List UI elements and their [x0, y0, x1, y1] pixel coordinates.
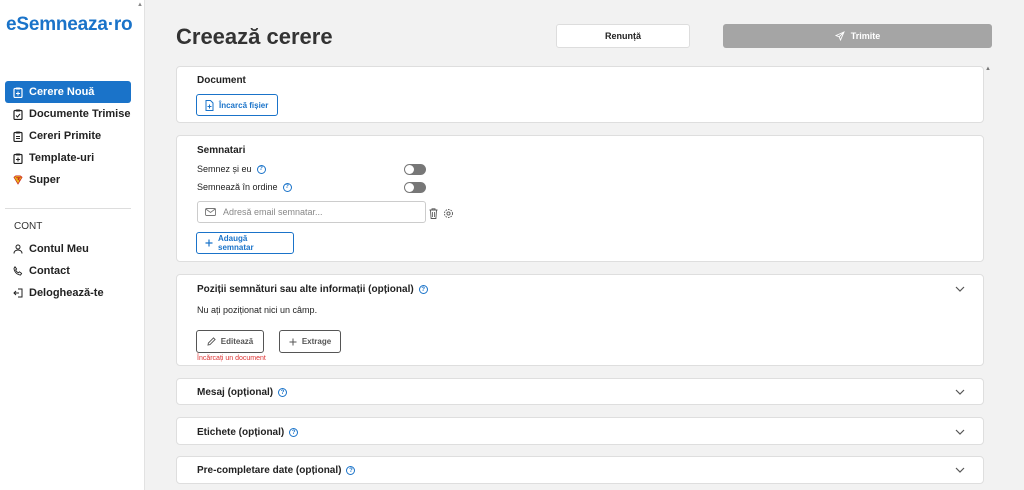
- help-icon[interactable]: ?: [256, 164, 266, 174]
- page-title: Creează cerere: [176, 24, 333, 49]
- document-title: Document: [197, 75, 246, 86]
- sidebar-item-label: Super: [29, 174, 61, 186]
- app-logo[interactable]: eSemneaza·ro: [6, 14, 133, 36]
- chevron-down-icon[interactable]: [955, 427, 965, 437]
- labels-card[interactable]: Etichete (opțional) ?: [176, 417, 984, 445]
- sidebar-item-logout[interactable]: Deloghează-te: [5, 282, 131, 304]
- sidebar-item-label: Contact: [29, 265, 70, 277]
- cancel-button[interactable]: Renunță: [556, 24, 690, 48]
- positions-empty-text: Nu ați poziționat nici un câmp.: [197, 305, 318, 315]
- signers-card: Semnatari Semnez și eu ? Semnează în ord…: [176, 135, 984, 262]
- chevron-down-icon[interactable]: [955, 284, 965, 294]
- upload-file-label: Încarcă fișier: [219, 100, 269, 110]
- sign-order-label: Semnează în ordine: [197, 182, 278, 192]
- clipboard-icon: [13, 87, 23, 98]
- help-icon[interactable]: ?: [346, 466, 356, 475]
- main-scrollbar[interactable]: ▲: [984, 66, 992, 490]
- sidebar-scrollbar[interactable]: ▲: [136, 0, 144, 490]
- sidebar-item-label: Cerere Nouă: [29, 86, 95, 98]
- send-icon: [834, 31, 845, 41]
- help-icon[interactable]: ?: [418, 285, 428, 294]
- sign-self-row: Semnez și eu ?: [197, 164, 266, 174]
- clipboard-check-icon: [13, 109, 23, 120]
- help-icon[interactable]: ?: [289, 428, 299, 437]
- labels-title-row: Etichete (opțional) ?: [197, 427, 299, 438]
- sidebar-nav: Cerere Nouă Documente Trimise Cereri Pri…: [5, 81, 131, 191]
- positions-card: Poziții semnături sau alte informații (o…: [176, 274, 984, 366]
- clipboard-list-icon: [13, 131, 23, 142]
- plus-icon: [289, 338, 297, 346]
- pencil-icon: [207, 337, 216, 346]
- superman-icon: [13, 175, 23, 186]
- add-signer-button[interactable]: Adaugă semnatar: [196, 232, 294, 254]
- logout-icon: [13, 288, 23, 299]
- prefill-title: Pre-completare date (opțional): [197, 465, 342, 476]
- sidebar-item-contul-meu[interactable]: Contul Meu: [5, 238, 131, 260]
- add-signer-label: Adaugă semnatar: [218, 234, 254, 252]
- account-nav: Contul Meu Contact Deloghează-te: [5, 238, 131, 304]
- sidebar-item-template-uri[interactable]: Template-uri: [5, 147, 131, 169]
- scroll-up-arrow-icon[interactable]: ▲: [137, 2, 143, 8]
- gear-icon[interactable]: [443, 206, 454, 224]
- phone-icon: [13, 266, 23, 277]
- sidebar-item-label: Deloghează-te: [29, 287, 104, 299]
- signer-email-placeholder: Adresă email semnatar...: [223, 207, 323, 217]
- prefill-title-row: Pre-completare date (opțional) ?: [197, 465, 356, 476]
- sidebar-item-super[interactable]: Super: [5, 169, 131, 191]
- chevron-down-icon[interactable]: [955, 387, 965, 397]
- message-title-row: Mesaj (opțional) ?: [197, 387, 288, 398]
- trash-icon[interactable]: [429, 206, 438, 224]
- sidebar-item-documente-trimise[interactable]: Documente Trimise: [5, 103, 131, 125]
- upload-file-button[interactable]: Încarcă fișier: [196, 94, 278, 116]
- edit-label: Editează: [220, 337, 254, 346]
- sidebar-item-label: Cereri Primite: [29, 130, 102, 142]
- sidebar: eSemneaza·ro Cerere Nouă Documente Trimi…: [0, 0, 145, 490]
- positions-title: Poziții semnături sau alte informații (o…: [197, 284, 414, 295]
- signer-email-field[interactable]: Adresă email semnatar...: [197, 201, 426, 223]
- sign-order-toggle[interactable]: [404, 182, 426, 193]
- send-label: Trimite: [850, 31, 881, 41]
- sidebar-item-cereri-primite[interactable]: Cereri Primite: [5, 125, 131, 147]
- edit-button[interactable]: Editează: [196, 330, 264, 353]
- clipboard-copy-icon: [13, 153, 23, 164]
- send-button[interactable]: Trimite: [723, 24, 992, 48]
- prefill-card[interactable]: Pre-completare date (opțional) ?: [176, 456, 984, 484]
- sidebar-item-contact[interactable]: Contact: [5, 260, 131, 282]
- sidebar-item-cerere-noua[interactable]: Cerere Nouă: [5, 81, 131, 103]
- user-icon: [13, 244, 23, 255]
- signers-title: Semnatari: [197, 145, 246, 156]
- extract-label: Extrage: [301, 337, 332, 346]
- message-card[interactable]: Mesaj (opțional) ?: [176, 378, 984, 405]
- help-icon[interactable]: ?: [278, 388, 288, 397]
- positions-title-row: Poziții semnături sau alte informații (o…: [197, 284, 428, 295]
- sidebar-item-label: Contul Meu: [29, 243, 89, 255]
- extract-button[interactable]: Extrage: [279, 330, 341, 353]
- scroll-up-arrow-icon[interactable]: ▲: [985, 66, 991, 72]
- document-card: Document Încarcă fișier: [176, 66, 984, 123]
- sidebar-item-label: Documente Trimise: [29, 108, 131, 120]
- sidebar-item-label: Template-uri: [29, 152, 95, 164]
- sign-self-toggle[interactable]: [404, 164, 426, 175]
- plus-icon: [205, 239, 213, 247]
- sign-order-row: Semnează în ordine ?: [197, 182, 292, 192]
- sidebar-divider: [5, 208, 131, 209]
- sidebar-section-label: CONT: [14, 221, 43, 232]
- sign-self-label: Semnez și eu: [197, 164, 252, 174]
- help-icon[interactable]: ?: [282, 182, 292, 192]
- error-message: Încărcați un document: [197, 355, 266, 362]
- chevron-down-icon[interactable]: [955, 465, 965, 475]
- message-title: Mesaj (opțional): [197, 387, 274, 398]
- labels-title: Etichete (opțional): [197, 427, 285, 438]
- file-plus-icon: [205, 99, 214, 111]
- mail-icon: [205, 208, 216, 216]
